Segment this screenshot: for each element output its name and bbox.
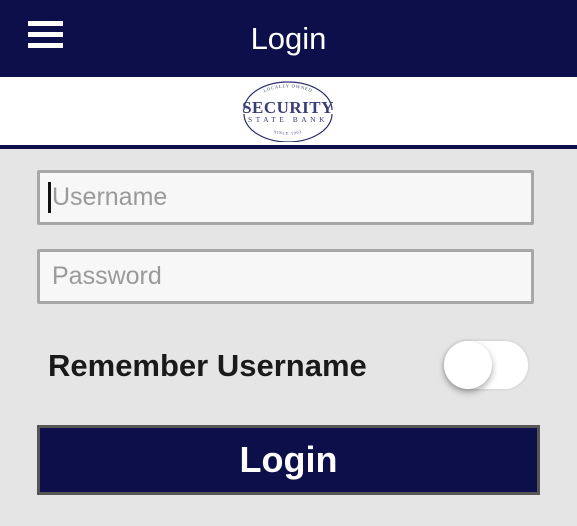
remember-username-toggle[interactable] bbox=[442, 339, 530, 391]
logo-bar: LOCALLY OWNED SECURITY STATE BANK SINCE … bbox=[0, 77, 577, 149]
remember-username-label: Remember Username bbox=[48, 348, 367, 383]
text-caret bbox=[48, 182, 51, 213]
bank-logo: LOCALLY OWNED SECURITY STATE BANK SINCE … bbox=[242, 81, 333, 142]
toggle-knob bbox=[444, 341, 492, 389]
logo-bottom-arc-text: SINCE 1903 bbox=[273, 129, 302, 136]
password-input[interactable] bbox=[37, 249, 534, 304]
menu-bar bbox=[28, 43, 63, 48]
menu-bar bbox=[28, 21, 63, 26]
hamburger-menu-icon[interactable] bbox=[20, 18, 68, 58]
app-header: Login bbox=[0, 0, 577, 77]
page-title: Login bbox=[250, 21, 327, 56]
menu-bar bbox=[28, 32, 63, 37]
username-input[interactable] bbox=[37, 170, 534, 225]
login-button[interactable]: Login bbox=[37, 425, 540, 495]
logo-subtitle: STATE BANK bbox=[248, 115, 328, 124]
